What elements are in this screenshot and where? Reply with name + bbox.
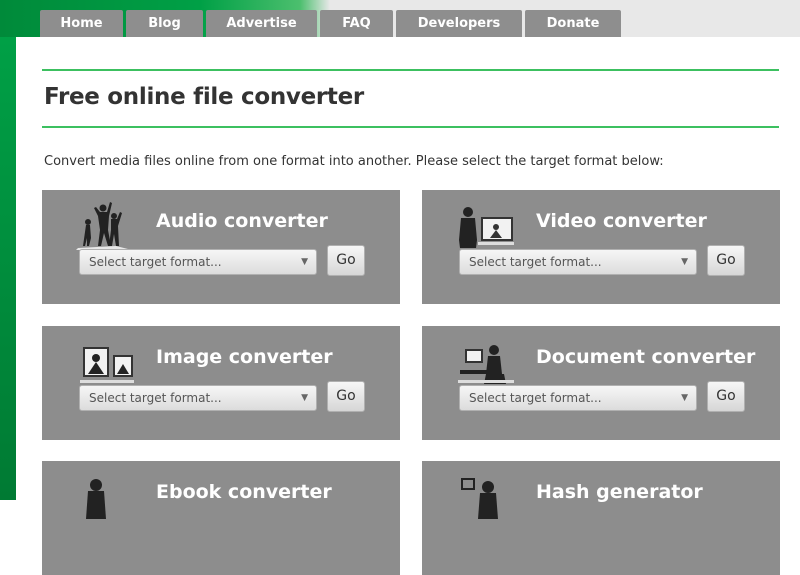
image-frames-icon — [80, 347, 134, 383]
main-nav: Home Blog Advertise FAQ Developers Donat… — [40, 10, 621, 37]
desk-worker-icon — [458, 345, 514, 384]
chevron-down-icon: ▼ — [301, 393, 308, 403]
intro-text: Convert media files online from one form… — [44, 154, 664, 169]
video-select-placeholder: Select target format... — [469, 255, 602, 269]
nav-tab-donate[interactable]: Donate — [525, 10, 621, 37]
image-go-button[interactable]: Go — [327, 381, 365, 412]
audio-target-format-select[interactable]: Select target format... ▼ — [79, 249, 317, 275]
nav-tab-faq[interactable]: FAQ — [320, 10, 393, 37]
audio-go-button[interactable]: Go — [327, 245, 365, 276]
image-converter-title: Image converter — [156, 346, 333, 368]
video-converter-card: Video converter Select target format... … — [422, 190, 780, 304]
dancers-icon — [76, 202, 132, 250]
ebook-converter-card: Ebook converter — [42, 461, 400, 575]
nav-tab-advertise[interactable]: Advertise — [206, 10, 317, 37]
document-converter-card: Document converter Select target format.… — [422, 326, 780, 440]
video-converter-title: Video converter — [536, 210, 707, 232]
chevron-down-icon: ▼ — [681, 257, 688, 267]
audio-select-placeholder: Select target format... — [89, 255, 222, 269]
page-title: Free online file converter — [44, 84, 364, 110]
document-target-format-select[interactable]: Select target format... ▼ — [459, 385, 697, 411]
document-go-button[interactable]: Go — [707, 381, 745, 412]
audio-converter-title: Audio converter — [156, 210, 328, 232]
image-converter-card: Image converter Select target format... … — [42, 326, 400, 440]
image-target-format-select[interactable]: Select target format... ▼ — [79, 385, 317, 411]
title-rule-bottom — [42, 126, 779, 128]
audio-converter-card: Audio converter Select target format... … — [42, 190, 400, 304]
main-content: Free online file converter Convert media… — [16, 37, 800, 575]
title-rule-top — [42, 69, 779, 71]
green-side-bar — [0, 37, 16, 500]
hash-person-icon — [461, 478, 498, 519]
image-select-placeholder: Select target format... — [89, 391, 222, 405]
chevron-down-icon: ▼ — [301, 257, 308, 267]
nav-tab-home[interactable]: Home — [40, 10, 123, 37]
reader-icon — [86, 479, 106, 519]
video-target-format-select[interactable]: Select target format... ▼ — [459, 249, 697, 275]
document-converter-title: Document converter — [536, 346, 756, 368]
hash-generator-card: Hash generator — [422, 461, 780, 575]
video-go-button[interactable]: Go — [707, 245, 745, 276]
video-viewer-icon — [459, 207, 514, 248]
document-select-placeholder: Select target format... — [469, 391, 602, 405]
nav-tab-blog[interactable]: Blog — [126, 10, 203, 37]
chevron-down-icon: ▼ — [681, 393, 688, 403]
nav-tab-developers[interactable]: Developers — [396, 10, 522, 37]
